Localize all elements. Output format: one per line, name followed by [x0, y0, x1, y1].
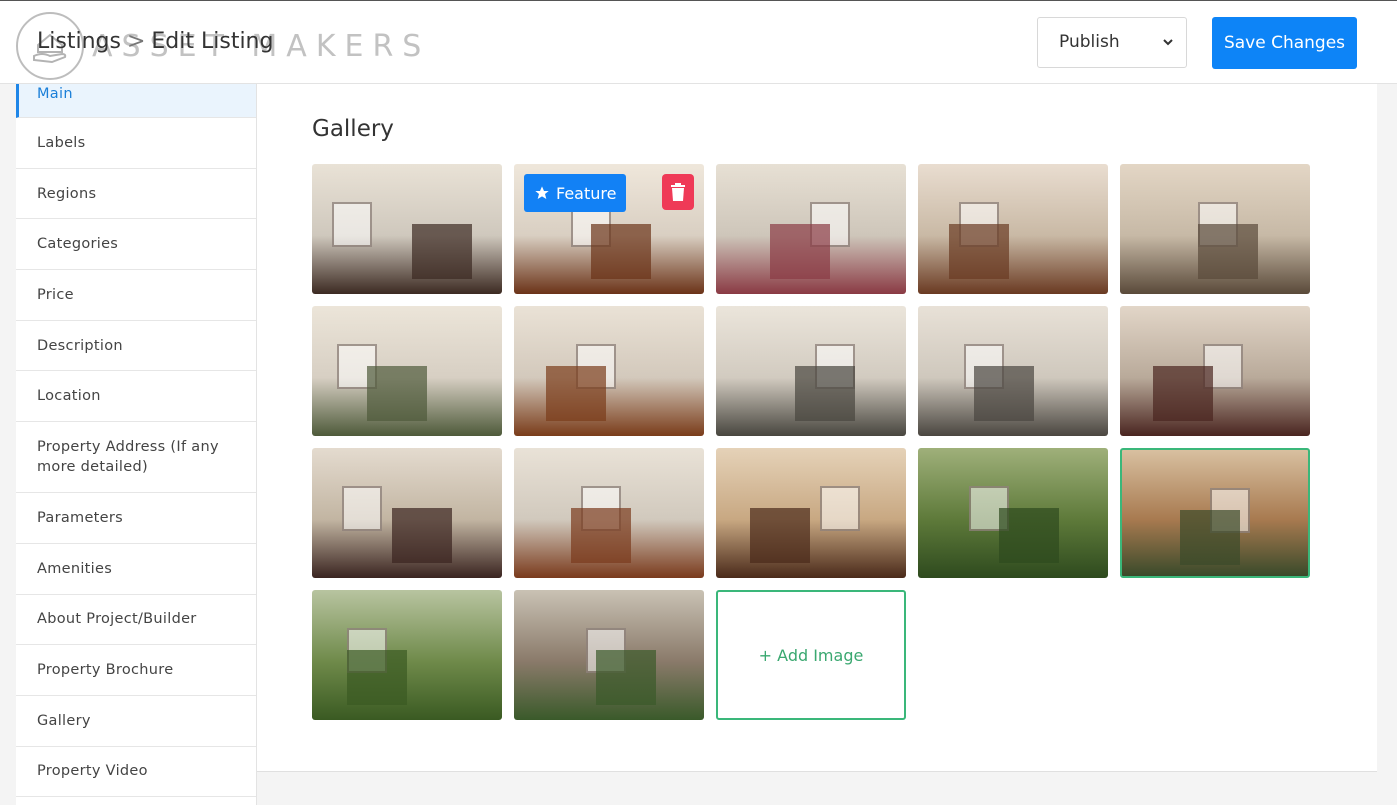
gallery-image[interactable] — [1120, 306, 1310, 436]
feature-label: Feature — [556, 183, 617, 203]
gallery-image[interactable] — [918, 164, 1108, 294]
sidebar-item-property-address[interactable]: Property Address (If any more detailed) — [16, 422, 256, 494]
sidebar-item-label: Gallery — [37, 712, 91, 729]
delete-image-button[interactable] — [662, 174, 694, 210]
photo-detail — [367, 366, 427, 421]
photo-detail — [332, 202, 372, 247]
sidebar-item-labels[interactable]: Labels — [16, 118, 256, 169]
feature-button[interactable]: Feature — [524, 174, 627, 212]
gallery-image[interactable] — [514, 448, 704, 578]
photo-detail — [770, 224, 830, 279]
sidebar-item-label: Description — [37, 337, 123, 354]
sidebar-item-label: Location — [37, 388, 101, 405]
photo-detail — [820, 486, 860, 531]
status-select-value: Publish — [1059, 32, 1120, 52]
gallery-image[interactable] — [1120, 164, 1310, 294]
photo-detail — [795, 366, 855, 421]
sidebar-item-location[interactable]: Location — [16, 371, 256, 423]
sidebar-item-price[interactable]: Price — [16, 270, 256, 321]
gallery-image[interactable] — [716, 448, 906, 578]
gallery-image[interactable] — [918, 448, 1108, 578]
add-image-button[interactable]: + Add Image — [716, 590, 906, 720]
sidebar: Main Labels Regions Categories Price Des… — [16, 84, 257, 805]
star-icon — [535, 186, 549, 199]
sidebar-item-parameters[interactable]: Parameters — [16, 493, 256, 544]
photo-detail — [546, 366, 606, 421]
photo-detail — [347, 650, 407, 705]
gallery-image[interactable] — [1120, 448, 1310, 578]
sidebar-item-regions[interactable]: Regions — [16, 169, 256, 220]
sidebar-item-label: About Project/Builder — [37, 611, 197, 628]
gallery-image[interactable] — [312, 590, 502, 720]
gallery-image[interactable] — [312, 306, 502, 436]
gallery-title: Gallery — [312, 116, 394, 142]
sidebar-item-label: Main — [37, 86, 73, 102]
sidebar-item-brochure[interactable]: Property Brochure — [16, 645, 256, 696]
trash-icon — [671, 183, 685, 201]
sidebar-item-label: Regions — [37, 185, 97, 202]
sidebar-item-label: Amenities — [37, 560, 113, 577]
photo-detail — [571, 508, 631, 563]
breadcrumb-current: Edit Listing — [151, 29, 274, 54]
gallery-panel: Gallery Feature + Add Image — [257, 84, 1377, 772]
breadcrumb: Listings > Edit Listing — [37, 29, 273, 54]
photo-detail — [999, 508, 1059, 563]
photo-detail — [392, 508, 452, 563]
sidebar-item-label: Parameters — [37, 509, 123, 526]
gallery-image[interactable] — [716, 164, 906, 294]
photo-detail — [1180, 510, 1240, 565]
sidebar-item-label: Labels — [37, 134, 86, 151]
gallery-image[interactable] — [514, 306, 704, 436]
sidebar-item-label: Property Brochure — [37, 662, 174, 679]
sidebar-item-label: Price — [37, 286, 74, 303]
gallery-image[interactable]: Feature — [514, 164, 704, 294]
sidebar-item-label: Categories — [37, 236, 119, 253]
gallery-image[interactable] — [312, 164, 502, 294]
gallery-image[interactable] — [716, 306, 906, 436]
sidebar-item-main[interactable]: Main — [16, 84, 256, 118]
photo-detail — [949, 224, 1009, 279]
photo-detail — [1153, 366, 1213, 421]
photo-detail — [596, 650, 656, 705]
photo-detail — [412, 224, 472, 279]
photo-detail — [750, 508, 810, 563]
sidebar-item-label: Property Address (If any more detailed) — [37, 439, 219, 476]
sidebar-item-about-project[interactable]: About Project/Builder — [16, 595, 256, 646]
status-select[interactable]: Publish — [1037, 17, 1187, 68]
gallery-image[interactable] — [312, 448, 502, 578]
chevron-down-icon — [1163, 39, 1173, 46]
sidebar-item-categories[interactable]: Categories — [16, 219, 256, 271]
photo-detail — [591, 224, 651, 279]
photo-detail — [974, 366, 1034, 421]
save-changes-button[interactable]: Save Changes — [1212, 17, 1357, 69]
breadcrumb-listings[interactable]: Listings — [37, 29, 121, 54]
sidebar-item-gallery[interactable]: Gallery — [16, 696, 256, 747]
photo-detail — [1198, 224, 1258, 279]
breadcrumb-separator: > — [126, 29, 146, 54]
sidebar-item-label: Property Video — [37, 763, 148, 780]
gallery-image[interactable] — [514, 590, 704, 720]
gallery-image[interactable] — [918, 306, 1108, 436]
sidebar-item-amenities[interactable]: Amenities — [16, 544, 256, 595]
sidebar-item-description[interactable]: Description — [16, 321, 256, 372]
top-bar: ASSET MAKERS Listings > Edit Listing Publi… — [0, 0, 1397, 84]
sidebar-item-video[interactable]: Property Video — [16, 747, 256, 798]
photo-detail — [342, 486, 382, 531]
